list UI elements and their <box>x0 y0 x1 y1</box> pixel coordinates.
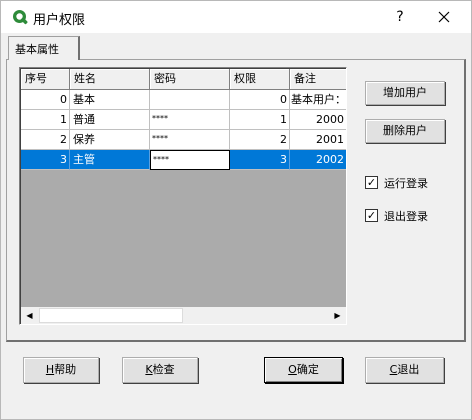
cancel-button[interactable]: C退出 <box>365 357 444 383</box>
column-header-note[interactable]: 备注 <box>290 69 346 90</box>
cell-name[interactable]: 普通 <box>70 110 150 130</box>
user-permission-dialog: 用户权限 ? 基本属性 序号 姓名 密码 权限 备注 0 基本 0 基本用户： … <box>0 0 472 420</box>
ok-mnemonic: O <box>288 363 297 376</box>
run-login-checkbox[interactable]: ✓ 运行登录 <box>365 176 445 192</box>
column-header-password[interactable]: 密码 <box>150 69 230 90</box>
scrollbar-thumb[interactable] <box>39 308 183 323</box>
cell-note[interactable]: 基本用户： <box>290 90 346 110</box>
check-button[interactable]: K检查 <box>122 357 198 383</box>
run-login-label: 运行登录 <box>384 177 428 190</box>
cell-note[interactable]: 2002 <box>290 150 346 170</box>
app-logo-icon <box>13 10 28 25</box>
cell-password[interactable]: **** <box>150 110 230 130</box>
help-button[interactable]: H帮助 <box>23 357 99 383</box>
tab-basic-properties[interactable]: 基本属性 <box>8 36 80 60</box>
user-grid: 序号 姓名 密码 权限 备注 0 基本 0 基本用户： 1 普通 **** 1 … <box>19 67 347 325</box>
checkmark-icon[interactable]: ✓ <box>365 209 378 222</box>
exit-login-checkbox[interactable]: ✓ 退出登录 <box>365 209 445 225</box>
cell-level[interactable]: 1 <box>230 110 290 130</box>
close-button[interactable] <box>429 6 459 28</box>
check-label: 检查 <box>152 363 175 376</box>
cell-level[interactable]: 3 <box>230 150 290 170</box>
cell-password[interactable] <box>150 90 230 110</box>
cell-level[interactable]: 2 <box>230 130 290 150</box>
cell-id[interactable]: 2 <box>21 130 70 150</box>
delete-user-button[interactable]: 删除用户 <box>365 119 445 143</box>
cell-name[interactable]: 基本 <box>70 90 150 110</box>
add-user-button[interactable]: 增加用户 <box>365 81 445 105</box>
title-bar: 用户权限 ? <box>1 1 471 33</box>
close-icon <box>438 11 450 23</box>
scroll-left-icon[interactable]: ◀ <box>21 307 38 324</box>
exit-login-label: 退出登录 <box>384 210 428 223</box>
cell-name[interactable]: 主管 <box>70 150 150 170</box>
column-header-id[interactable]: 序号 <box>21 69 70 90</box>
help-mnemonic: H <box>45 363 55 376</box>
column-header-name[interactable]: 姓名 <box>70 69 150 90</box>
cell-note[interactable]: 2000 <box>290 110 346 130</box>
cell-name[interactable]: 保养 <box>70 130 150 150</box>
ok-button[interactable]: O确定 <box>264 357 343 383</box>
scroll-right-icon[interactable]: ▶ <box>329 307 346 324</box>
cell-id[interactable]: 3 <box>21 150 70 170</box>
checkmark-icon[interactable]: ✓ <box>365 176 378 189</box>
cell-id[interactable]: 1 <box>21 110 70 130</box>
horizontal-scrollbar[interactable]: ◀ ▶ <box>21 307 346 324</box>
tab-label: 基本属性 <box>15 43 59 56</box>
cell-note[interactable]: 2001 <box>290 130 346 150</box>
cell-password[interactable]: **** <box>150 130 230 150</box>
cell-level[interactable]: 0 <box>230 90 290 110</box>
help-title-button[interactable]: ? <box>387 6 413 28</box>
cell-password-focused[interactable]: **** <box>150 150 230 170</box>
window-title: 用户权限 <box>33 13 86 28</box>
column-header-level[interactable]: 权限 <box>230 69 290 90</box>
cell-id[interactable]: 0 <box>21 90 70 110</box>
help-label: 帮助 <box>54 363 77 376</box>
cancel-label: 退出 <box>397 363 420 376</box>
grid-body: 序号 姓名 密码 权限 备注 0 基本 0 基本用户： 1 普通 **** 1 … <box>21 69 346 307</box>
check-mnemonic: K <box>145 363 153 376</box>
ok-label: 确定 <box>296 363 319 376</box>
